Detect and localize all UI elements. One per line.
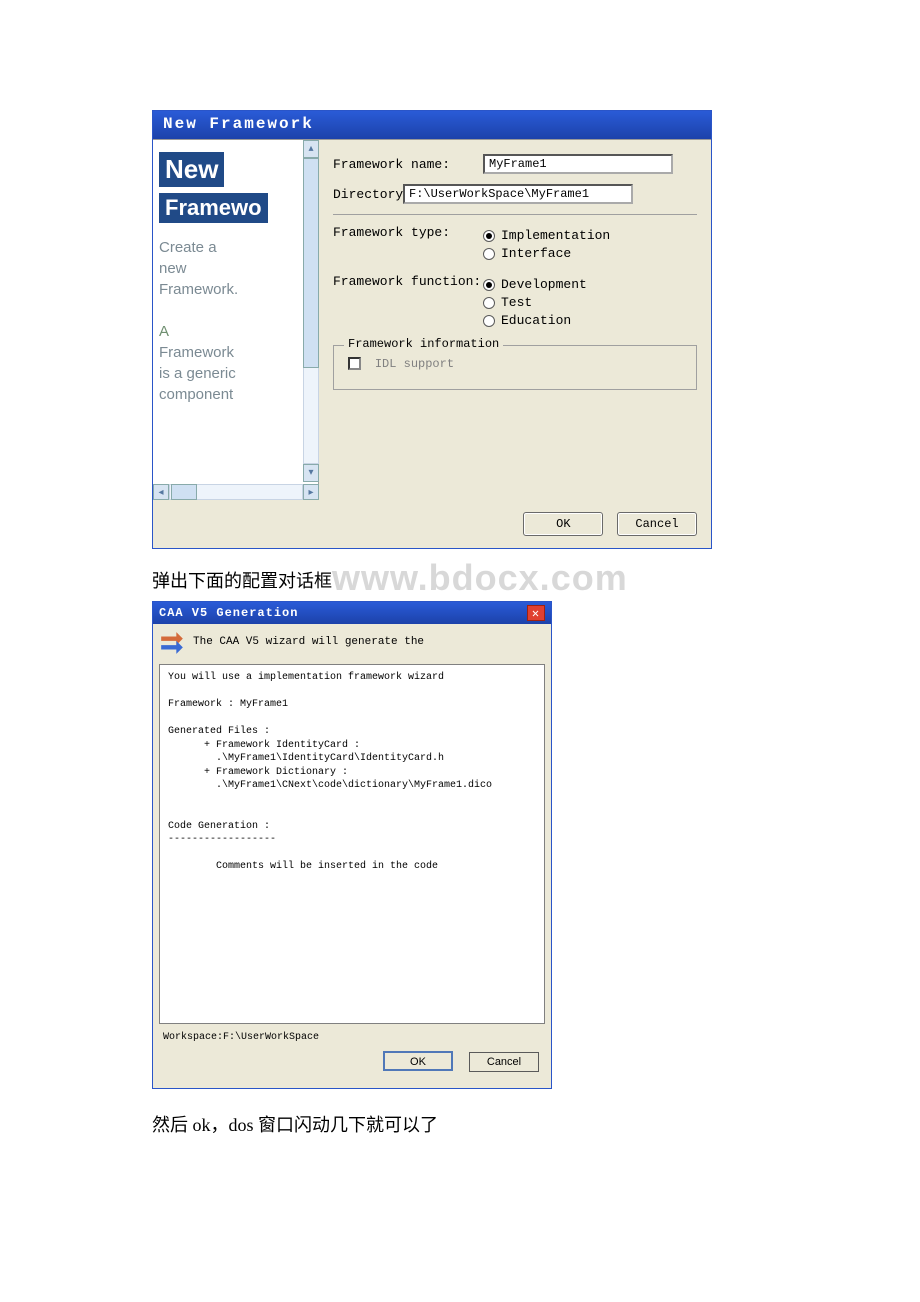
dialog-title: CAA V5 Generation	[159, 606, 298, 620]
banner-desc: component	[159, 384, 312, 405]
banner-desc: Framework.	[159, 279, 312, 300]
banner-text-framework: Framewo	[159, 193, 268, 223]
scroll-thumb[interactable]	[303, 158, 319, 368]
idl-support-checkbox[interactable]	[348, 357, 361, 370]
radio-implementation[interactable]	[483, 230, 495, 242]
directory-label: Directory:	[333, 187, 403, 202]
framework-function-label: Framework function:	[333, 274, 483, 289]
directory-input[interactable]	[403, 184, 633, 204]
workspace-label: Workspace:F:\UserWorkSpace	[163, 1032, 541, 1043]
framework-name-input[interactable]	[483, 154, 673, 174]
close-icon[interactable]: ✕	[527, 605, 545, 621]
radio-label: Interface	[501, 246, 571, 261]
radio-label: Development	[501, 277, 587, 292]
scroll-thumb[interactable]	[171, 484, 197, 500]
scroll-up-icon[interactable]: ▴	[303, 140, 319, 158]
caption-text: 弹出下面的配置对话框	[152, 571, 332, 591]
banner-text-new: New	[159, 152, 224, 187]
radio-test[interactable]	[483, 297, 495, 309]
banner-desc: Framework	[159, 342, 312, 363]
idl-support-label: IDL support	[375, 357, 454, 371]
radio-development[interactable]	[483, 279, 495, 291]
dialog-title: New Framework	[153, 111, 711, 139]
framework-information-group: Framework information IDL support	[333, 345, 697, 390]
cancel-button[interactable]: Cancel	[617, 512, 697, 536]
banner-desc: is a generic	[159, 363, 312, 384]
radio-label: Implementation	[501, 228, 610, 243]
radio-interface[interactable]	[483, 248, 495, 260]
cancel-button[interactable]: Cancel	[469, 1052, 539, 1072]
ok-button[interactable]: OK	[383, 1051, 453, 1071]
new-framework-dialog: New Framework New Framewo Create a new F…	[152, 110, 712, 549]
caa-v5-generation-dialog: CAA V5 Generation ✕ The CAA V5 wizard wi…	[152, 601, 552, 1089]
scroll-left-icon[interactable]: ◂	[153, 484, 169, 500]
banner-desc: A	[159, 321, 312, 342]
framework-type-label: Framework type:	[333, 225, 483, 240]
wizard-arrow-icon	[159, 630, 185, 660]
scroll-down-icon[interactable]: ▾	[303, 464, 319, 482]
banner-desc: Create a	[159, 237, 312, 258]
banner-desc: new	[159, 258, 312, 279]
radio-label: Education	[501, 313, 571, 328]
group-legend: Framework information	[344, 337, 503, 351]
framework-name-label: Framework name:	[333, 157, 483, 172]
watermark-text: www.bdocx.com	[332, 557, 628, 599]
radio-education[interactable]	[483, 315, 495, 327]
radio-label: Test	[501, 295, 532, 310]
ok-button[interactable]: OK	[523, 512, 603, 536]
wizard-head-text: The CAA V5 wizard will generate the	[193, 636, 424, 648]
scroll-right-icon[interactable]: ▸	[303, 484, 319, 500]
generation-log-text: You will use a implementation framework …	[159, 664, 545, 1024]
footer-text: 然后 ok，dos 窗口闪动几下就可以了	[152, 1111, 920, 1137]
